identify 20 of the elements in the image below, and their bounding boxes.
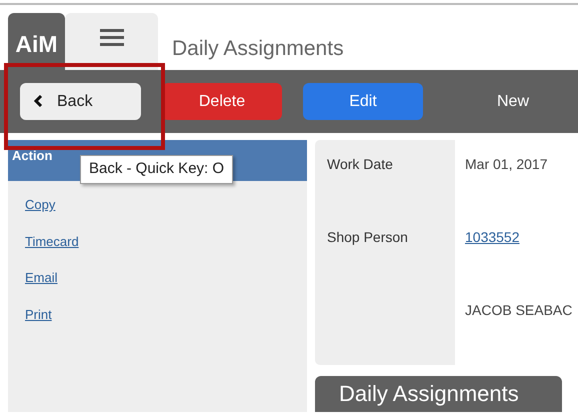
delete-button[interactable]: Delete [162, 83, 282, 120]
sidebar-title: Action [12, 148, 52, 163]
tooltip: Back - Quick Key: O [80, 155, 234, 184]
action-link[interactable]: Email [25, 268, 58, 288]
field-label: Work Date [327, 156, 393, 172]
field-value: Mar 01, 2017 [465, 156, 548, 172]
menu-icon[interactable] [100, 29, 124, 47]
action-link[interactable]: Timecard [25, 232, 79, 251]
page-title: Daily Assignments [171, 36, 344, 62]
action-link[interactable]: Print [25, 304, 52, 324]
field-link[interactable]: 1033552 [465, 229, 520, 245]
edit-button[interactable]: Edit [303, 83, 423, 120]
chevron-left-icon [34, 94, 43, 106]
back-button[interactable]: Back [20, 83, 141, 120]
new-button[interactable]: New [491, 83, 536, 120]
logo[interactable]: AiM [8, 13, 65, 70]
field-value: JACOB SEABAC [465, 302, 572, 318]
action-link[interactable]: Copy [25, 195, 56, 214]
section-tab[interactable]: Daily Assignments [315, 376, 562, 412]
field-label: Shop Person [327, 229, 408, 245]
